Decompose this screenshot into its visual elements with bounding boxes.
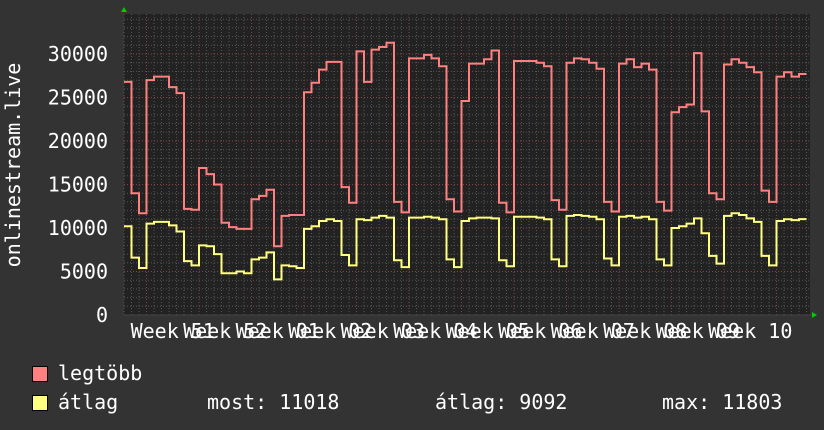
y-tick-label: 25000 — [48, 86, 108, 110]
plot-area — [124, 14, 810, 315]
average-value: átlag: 9092 — [435, 390, 568, 414]
max-value: max: 11803 — [662, 390, 783, 414]
y-tick-label: 10000 — [48, 216, 108, 240]
y-tick-label: 5000 — [60, 260, 108, 284]
y-axis-label: onlinestream.live — [1, 63, 25, 268]
legend-label-max: legtöbb — [58, 361, 143, 385]
current-value: most: 11018 — [207, 390, 340, 414]
legend-swatch-avg — [32, 395, 48, 411]
y-tick-label: 0 — [96, 303, 108, 327]
x-axis-arrow-icon — [812, 312, 817, 318]
legend-label-avg: átlag — [58, 390, 119, 414]
x-tick-label: Week 10 — [708, 319, 792, 343]
y-tick-label: 15000 — [48, 173, 108, 197]
legend-swatch-max — [32, 366, 48, 382]
y-axis-arrow-icon — [121, 7, 127, 12]
y-tick-label: 20000 — [48, 129, 108, 153]
chart: 0 5000 10000 15000 20000 25000 30000 Week 51 Wee… — [0, 0, 824, 430]
y-tick-label: 30000 — [48, 42, 108, 66]
